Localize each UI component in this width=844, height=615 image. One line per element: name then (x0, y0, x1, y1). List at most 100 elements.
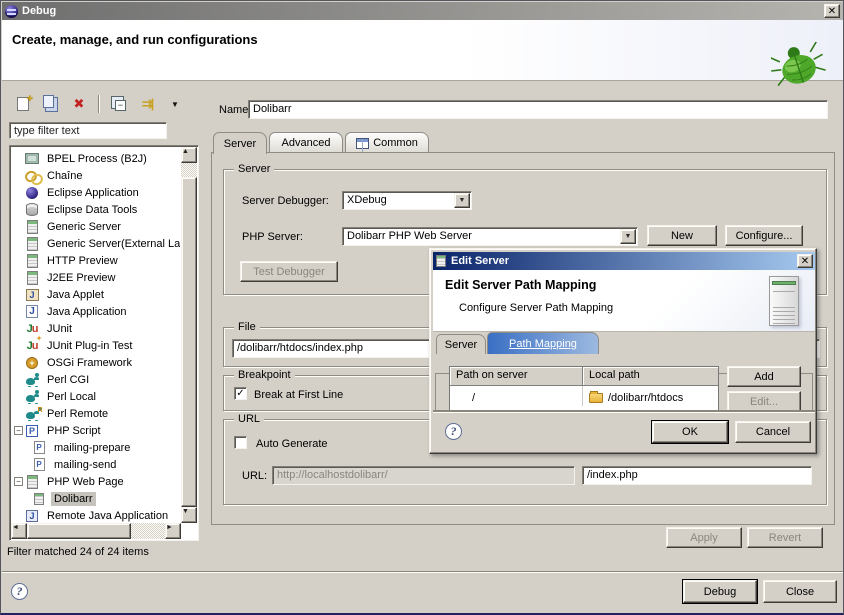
tree-item-bpel-process-b2j[interactable]: BPEL Process (B2J) (12, 150, 180, 167)
tree-item-generic-server-external-la[interactable]: Generic Server(External La (12, 235, 180, 252)
url-path-input[interactable]: /index.php (582, 466, 812, 485)
scroll-thumb[interactable] (181, 177, 197, 507)
server-tower-icon (769, 276, 799, 326)
tree-item-osgi-framework[interactable]: +OSGi Framework (12, 354, 180, 371)
tree-item-label: Eclipse Application (44, 186, 142, 200)
remote-java-icon: J (26, 510, 38, 522)
tree-item-cha-ne[interactable]: Chaîne (12, 167, 180, 184)
collapse-expander-icon[interactable]: − (14, 477, 23, 486)
cancel-button[interactable]: Cancel (735, 421, 811, 443)
tree-item-eclipse-data-tools[interactable]: Eclipse Data Tools (12, 201, 180, 218)
break-first-line-checkbox[interactable]: ✓ (234, 387, 247, 400)
window-close-button[interactable]: ✕ (824, 4, 840, 18)
tree-item-php-script[interactable]: −PPHP Script (12, 422, 180, 439)
close-button[interactable]: Close (763, 580, 837, 603)
new-configuration-button[interactable]: + (11, 93, 35, 115)
edit-server-titlebar[interactable]: Edit Server ✕ (433, 252, 815, 270)
tree-item-php-web-page[interactable]: −PHP Web Page (12, 473, 180, 490)
dialog-tab-path-mapping[interactable]: Path Mapping (487, 332, 599, 354)
auto-generate-checkbox[interactable] (234, 436, 247, 449)
tree-item-eclipse-application[interactable]: Eclipse Application (12, 184, 180, 201)
tree-vertical-scrollbar[interactable]: ▲ ▼ (181, 147, 197, 523)
path-on-server-cell[interactable]: / (450, 386, 583, 406)
eclipse-logo-icon (5, 5, 18, 18)
tab-advanced[interactable]: Advanced (269, 132, 343, 153)
tree-item-http-preview[interactable]: HTTP Preview (12, 252, 180, 269)
tree-item-label: OSGi Framework (44, 356, 135, 370)
ok-button[interactable]: OK (652, 421, 728, 443)
collapse-all-button[interactable]: − (107, 93, 131, 115)
scroll-track-h[interactable] (131, 523, 165, 539)
delete-x-icon: ✖ (74, 96, 85, 112)
name-input[interactable]: Dolibarr (248, 100, 828, 119)
tree-item-label: BPEL Process (B2J) (44, 152, 150, 166)
test-debugger-button[interactable]: Test Debugger (240, 261, 338, 282)
collapse-expander-icon[interactable]: − (14, 426, 23, 435)
path-mapping-table[interactable]: Path on server Local path //dolibarr/htd… (449, 366, 719, 412)
local-path-cell[interactable]: /dolibarr/htdocs (583, 386, 719, 406)
server-icon (27, 220, 38, 234)
scroll-right-button[interactable]: ► (165, 523, 181, 539)
server-debugger-label: Server Debugger: (242, 195, 329, 207)
apply-button[interactable]: Apply (666, 527, 742, 548)
duplicate-configuration-button[interactable] (39, 93, 63, 115)
base-url-input[interactable]: http://localhostdolibarr/ (272, 466, 575, 485)
tree-item-generic-server[interactable]: Generic Server (12, 218, 180, 235)
tree-item-mailing-send[interactable]: Pmailing-send (12, 456, 180, 473)
dialog-banner: Create, manage, and run configurations (2, 20, 843, 81)
eclipse-sphere-icon (26, 187, 38, 199)
configure-server-button[interactable]: Configure... (725, 225, 803, 246)
tree-item-perl-remote[interactable]: Perl Remote (12, 405, 180, 422)
tree-item-label: Java Application (44, 305, 130, 319)
chain-links-icon (25, 171, 39, 181)
scroll-up-button[interactable]: ▲ (181, 147, 197, 163)
tree-item-remote-java-application[interactable]: JRemote Java Application (12, 507, 180, 522)
tree-item-label: Perl CGI (44, 373, 92, 387)
tree-horizontal-scrollbar[interactable]: ◄ ► (11, 523, 181, 539)
table-icon (356, 138, 369, 149)
tab-common[interactable]: Common (345, 132, 429, 153)
new-server-button[interactable]: New (647, 225, 717, 246)
tree-item-perl-local[interactable]: Perl Local (12, 388, 180, 405)
tab-server[interactable]: Server (213, 132, 267, 154)
configurations-tree: BPEL Process (B2J)Chaîne Eclipse Applicat… (9, 145, 199, 541)
window-titlebar[interactable]: Debug ✕ (2, 2, 843, 20)
tree-item-j2ee-preview[interactable]: J2EE Preview (12, 269, 180, 286)
java-applet-icon: J (26, 289, 39, 301)
column-header-path-on-server[interactable]: Path on server (450, 367, 583, 386)
server-icon (27, 254, 38, 268)
scroll-thumb-h[interactable] (27, 523, 131, 539)
java-application-icon: J (26, 305, 38, 318)
dialog-help-button[interactable]: ? (445, 423, 462, 440)
column-header-local-path[interactable]: Local path (583, 367, 719, 386)
chevron-down-icon[interactable]: ▼ (454, 193, 470, 208)
tree-item-dolibarr[interactable]: Dolibarr (12, 490, 180, 507)
scroll-down-button[interactable]: ▼ (181, 507, 197, 523)
filter-input[interactable]: type filter text (9, 122, 167, 139)
dialog-tab-server[interactable]: Server (436, 334, 486, 354)
perl-camel-icon (25, 373, 40, 386)
edit-server-close-button[interactable]: ✕ (797, 254, 813, 268)
folder-icon (589, 393, 603, 403)
delete-configuration-button[interactable]: ✖ (67, 93, 91, 115)
help-button[interactable]: ? (11, 583, 28, 600)
filter-button[interactable]: ⇉| (135, 93, 159, 115)
debug-button[interactable]: Debug (683, 580, 757, 603)
tree-item-junit-plug-in-test[interactable]: JuJUnit Plug-in Test (12, 337, 180, 354)
tree-item-java-applet[interactable]: JJava Applet (12, 286, 180, 303)
tree-item-java-application[interactable]: J Java Application (12, 303, 180, 320)
php-server-select[interactable]: Dolibarr PHP Web Server▼ (342, 227, 638, 246)
filter-menu-button[interactable]: ▼ (163, 93, 187, 115)
tree-item-mailing-prepare[interactable]: Pmailing-prepare (12, 439, 180, 456)
collapse-all-icon: − (115, 100, 126, 111)
tree-item-label: Perl Remote (44, 407, 111, 421)
edit-mapping-button[interactable]: Edit... (727, 391, 801, 412)
chevron-down-icon[interactable]: ▼ (620, 229, 636, 244)
tree-item-perl-cgi[interactable]: Perl CGI (12, 371, 180, 388)
scroll-left-button[interactable]: ◄ (11, 523, 27, 539)
server-debugger-select[interactable]: XDebug▼ (342, 191, 472, 210)
footer-separator (2, 571, 843, 573)
scroll-track[interactable] (181, 163, 197, 177)
add-mapping-button[interactable]: Add (727, 366, 801, 387)
revert-button[interactable]: Revert (747, 527, 823, 548)
